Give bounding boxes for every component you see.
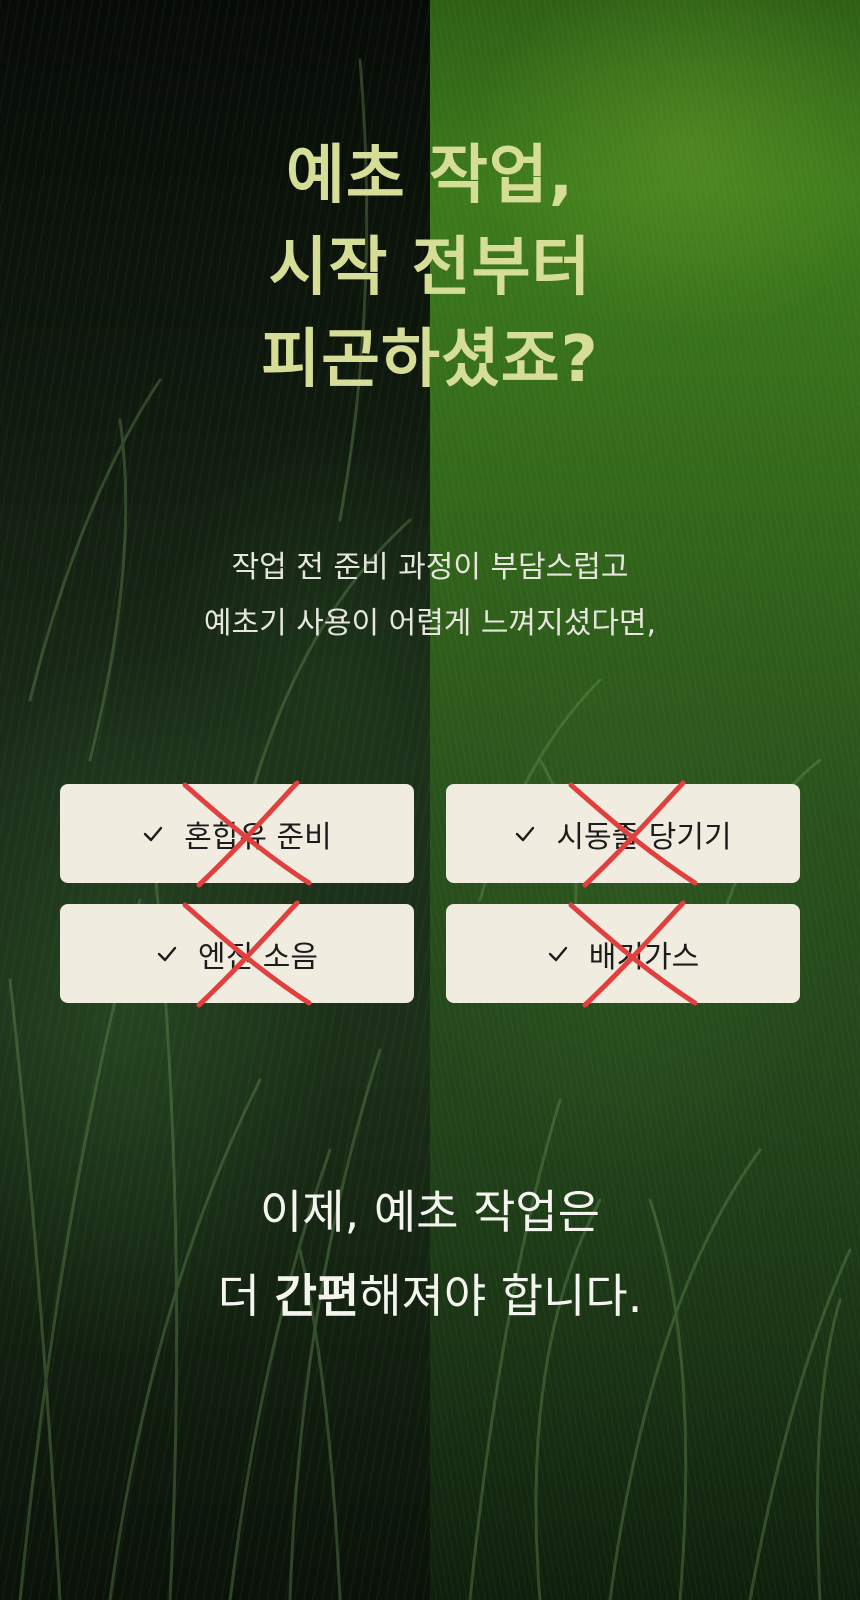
- subtext-line: 예초기 사용이 어렵게 느껴지셨다면,: [203, 606, 657, 641]
- tag-exhaust-gas: 배기가스: [446, 900, 800, 1007]
- check-icon: [548, 946, 567, 961]
- tag-label: 혼합유 준비: [184, 819, 332, 855]
- closing-emphasis: 간편: [274, 1269, 360, 1323]
- check-icon: [144, 826, 163, 841]
- check-icon: [516, 826, 535, 841]
- tag-pull-starter-cord: 시동줄 당기기: [446, 780, 800, 887]
- tag-label: 배기가스: [588, 939, 700, 975]
- closing-prefix: 더: [217, 1269, 275, 1323]
- tag-engine-noise: 엔진 소음: [60, 900, 414, 1007]
- closing-message: 이제, 예초 작업은 더 간편해져야 합니다.: [0, 1170, 860, 1338]
- subtext: 작업 전 준비 과정이 부담스럽고 예초기 사용이 어렵게 느껴지셨다면,: [0, 540, 860, 652]
- check-icon: [157, 946, 177, 961]
- promo-page: 예초 작업, 시작 전부터 피곤하셨죠? 작업 전 준비 과정이 부담스럽고 예…: [0, 0, 860, 1600]
- headline-line: 피곤하셨죠?: [261, 323, 599, 397]
- headline-line: 시작 전부터: [268, 231, 592, 305]
- closing-line-1: 이제, 예초 작업은: [259, 1185, 601, 1239]
- subtext-line: 작업 전 준비 과정이 부담스럽고: [231, 550, 629, 585]
- tag-mixed-oil-prep: 혼합유 준비: [60, 780, 414, 887]
- tag-label: 엔진 소음: [198, 939, 318, 975]
- tag-label: 시동줄 당기기: [556, 819, 732, 855]
- headline: 예초 작업, 시작 전부터 피곤하셨죠?: [0, 130, 860, 406]
- headline-line: 예초 작업,: [285, 139, 575, 213]
- closing-line-2: 더 간편해져야 합니다.: [0, 1254, 860, 1338]
- closing-suffix: 해져야 합니다.: [359, 1269, 643, 1323]
